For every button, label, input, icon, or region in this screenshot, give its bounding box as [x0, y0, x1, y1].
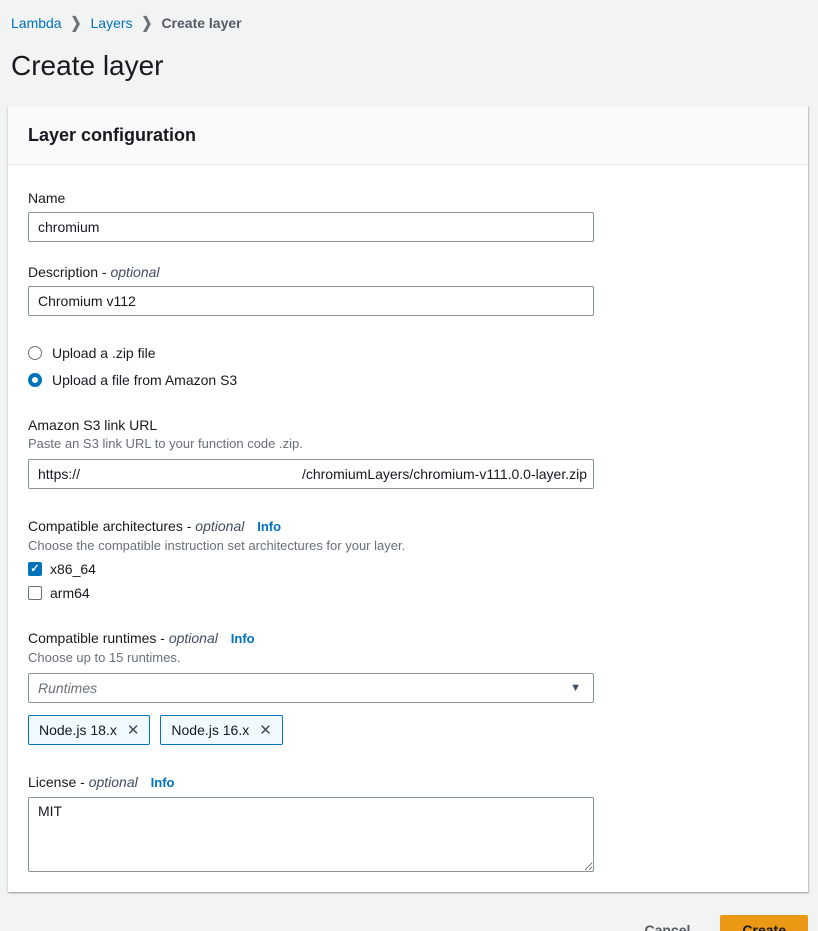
token-label: Node.js 18.x	[39, 722, 117, 738]
runtimes-token-row: Node.js 18.x ✕ Node.js 16.x ✕	[28, 715, 788, 745]
radio-label: Upload a .zip file	[52, 345, 156, 361]
chevron-right-icon: ❯	[71, 13, 82, 32]
checkbox-checked-icon[interactable]: ✓	[28, 562, 42, 576]
check-icon: ✓	[30, 564, 39, 575]
radio-label: Upload a file from Amazon S3	[52, 372, 237, 388]
name-field-group: Name	[28, 189, 788, 242]
panel-title: Layer configuration	[28, 123, 788, 147]
architectures-optional-text: optional	[195, 518, 244, 534]
s3-url-field-group: Amazon S3 link URL Paste an S3 link URL …	[28, 416, 788, 489]
remove-token-icon[interactable]: ✕	[259, 723, 272, 738]
cancel-button[interactable]: Cancel	[640, 918, 694, 931]
architectures-info-link[interactable]: Info	[257, 519, 281, 534]
chevron-right-icon: ❯	[142, 13, 153, 32]
caret-down-icon: ▼	[570, 682, 581, 694]
checkbox-label: x86_64	[50, 561, 96, 577]
description-input[interactable]	[28, 286, 594, 316]
checkbox-option-arm64[interactable]: arm64	[28, 585, 788, 601]
architectures-hint: Choose the compatible instruction set ar…	[28, 538, 788, 554]
s3-url-input[interactable]: https:// /chromiumLayers/chromium-v111.0…	[28, 459, 594, 489]
architectures-field-group: Compatible architectures - optional Info…	[28, 517, 788, 601]
token-nodejs-16: Node.js 16.x ✕	[160, 715, 282, 745]
description-label: Description - optional	[28, 263, 788, 281]
layer-configuration-panel: Layer configuration Name Description - o…	[8, 106, 808, 892]
page-title: Create layer	[11, 48, 818, 84]
s3-url-suffix: /chromiumLayers/chromium-v111.0.0-layer.…	[302, 466, 587, 482]
runtimes-select-placeholder: Runtimes	[38, 680, 97, 696]
license-info-link[interactable]: Info	[151, 775, 175, 790]
radio-option-upload-zip[interactable]: Upload a .zip file	[28, 345, 788, 361]
description-field-group: Description - optional	[28, 263, 788, 316]
license-textarea[interactable]: MIT	[28, 797, 594, 872]
checkbox-label: arm64	[50, 585, 90, 601]
architectures-label: Compatible architectures - optional Info	[28, 517, 788, 536]
s3-url-prefix: https://	[38, 466, 80, 482]
breadcrumb-link-layers[interactable]: Layers	[91, 15, 133, 31]
create-layer-page: Lambda ❯ Layers ❯ Create layer Create la…	[0, 0, 818, 931]
description-optional-text: optional	[110, 264, 159, 280]
runtimes-hint: Choose up to 15 runtimes.	[28, 650, 788, 666]
name-label: Name	[28, 189, 788, 207]
runtimes-select[interactable]: Runtimes ▼	[28, 673, 594, 703]
license-field-group: License - optional Info MIT	[28, 773, 788, 872]
description-label-text: Description -	[28, 264, 107, 280]
token-label: Node.js 16.x	[171, 722, 249, 738]
s3-url-label: Amazon S3 link URL	[28, 416, 788, 434]
license-label: License - optional Info	[28, 773, 788, 792]
upload-radio-group: Upload a .zip file Upload a file from Am…	[28, 345, 788, 388]
checkbox-unchecked-icon[interactable]	[28, 586, 42, 600]
license-optional-text: optional	[89, 774, 138, 790]
radio-option-upload-s3[interactable]: Upload a file from Amazon S3	[28, 372, 788, 388]
license-label-text: License -	[28, 774, 85, 790]
radio-unselected-icon[interactable]	[28, 346, 42, 360]
architectures-label-text: Compatible architectures -	[28, 518, 191, 534]
runtimes-field-group: Compatible runtimes - optional Info Choo…	[28, 629, 788, 745]
footer-actions: Cancel Create	[0, 915, 808, 931]
name-input[interactable]	[28, 212, 594, 242]
runtimes-label-text: Compatible runtimes -	[28, 630, 165, 646]
radio-selected-icon[interactable]	[28, 373, 42, 387]
panel-header: Layer configuration	[8, 106, 808, 165]
breadcrumb-link-lambda[interactable]: Lambda	[11, 15, 62, 31]
panel-body: Name Description - optional Upload a .zi…	[8, 165, 808, 892]
breadcrumb: Lambda ❯ Layers ❯ Create layer	[0, 0, 818, 31]
create-button[interactable]: Create	[720, 915, 808, 931]
remove-token-icon[interactable]: ✕	[127, 723, 140, 738]
breadcrumb-current: Create layer	[161, 15, 241, 31]
token-nodejs-18: Node.js 18.x ✕	[28, 715, 150, 745]
runtimes-info-link[interactable]: Info	[231, 631, 255, 646]
runtimes-label: Compatible runtimes - optional Info	[28, 629, 788, 648]
s3-url-hint: Paste an S3 link URL to your function co…	[28, 436, 788, 452]
checkbox-option-x86_64[interactable]: ✓ x86_64	[28, 561, 788, 577]
runtimes-optional-text: optional	[169, 630, 218, 646]
